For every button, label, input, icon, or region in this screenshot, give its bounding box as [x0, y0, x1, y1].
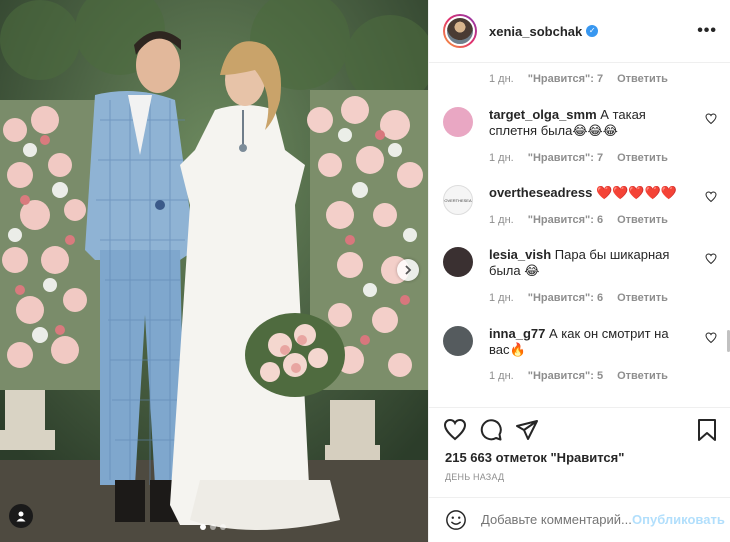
- comment-avatar[interactable]: [443, 326, 473, 356]
- next-slide-button[interactable]: [397, 259, 419, 281]
- publish-button[interactable]: Опубликовать: [632, 512, 725, 527]
- comment-text: ❤️❤️❤️❤️❤️: [595, 185, 677, 200]
- reply-button[interactable]: Ответить: [617, 292, 668, 304]
- chevron-right-icon: [405, 265, 412, 275]
- comment-meta: 1 дн. "Нравится": 5 Ответить: [489, 370, 668, 382]
- share-send-icon[interactable]: [515, 418, 539, 442]
- post-date[interactable]: ДЕНЬ НАЗАД: [445, 472, 504, 482]
- comment-bubble-icon[interactable]: [479, 418, 503, 442]
- comment-avatar[interactable]: OVERTHESEA: [443, 185, 473, 215]
- reply-button[interactable]: Ответить: [617, 73, 668, 85]
- like-comment-heart-icon[interactable]: [705, 113, 717, 125]
- emoji-icon[interactable]: [445, 509, 467, 531]
- comment-avatar[interactable]: [443, 247, 473, 277]
- post-photo[interactable]: [0, 0, 428, 542]
- wedding-photo-image: [0, 0, 428, 542]
- reply-button[interactable]: Ответить: [617, 152, 668, 164]
- comment-username[interactable]: overtheseadress: [489, 185, 592, 200]
- comment-meta: 1 дн. "Нравится": 6 Ответить: [489, 292, 668, 304]
- carousel-dot-active: [200, 524, 206, 530]
- comment-likes[interactable]: "Нравится": 7: [528, 73, 603, 85]
- post-username[interactable]: xenia_sobchak: [489, 24, 582, 39]
- like-comment-heart-icon[interactable]: [705, 191, 717, 203]
- avatar[interactable]: [443, 14, 477, 48]
- like-heart-icon[interactable]: [443, 418, 467, 442]
- comment-username[interactable]: inna_g77: [489, 326, 545, 341]
- comment-meta: 1 дн. "Нравится": 6 Ответить: [489, 214, 668, 226]
- add-comment-bar: Опубликовать: [429, 497, 730, 542]
- reply-button[interactable]: Ответить: [617, 370, 668, 382]
- more-options-button[interactable]: •••: [697, 22, 717, 40]
- comments-list: 1 дн. "Нравится": 7 Ответить target_olga…: [429, 63, 730, 407]
- comment-username[interactable]: lesia_vish: [489, 247, 551, 262]
- carousel-dot: [220, 524, 226, 530]
- comment-meta: 1 дн. "Нравится": 7 Ответить: [489, 152, 668, 164]
- likes-count[interactable]: 215 663 отметок "Нравится": [445, 450, 624, 465]
- post-side-panel: xenia_sobchak ✓ ••• 1 дн. "Нравится": 7 …: [428, 0, 730, 542]
- post-actions: 215 663 отметок "Нравится" ДЕНЬ НАЗАД: [429, 407, 730, 497]
- carousel-dot: [210, 524, 216, 530]
- comment-username[interactable]: target_olga_smm: [489, 107, 597, 122]
- comment-meta: 1 дн. "Нравится": 7 Ответить: [489, 73, 668, 85]
- like-comment-heart-icon[interactable]: [705, 253, 717, 265]
- comment-avatar[interactable]: [443, 107, 473, 137]
- post-header: xenia_sobchak ✓ •••: [429, 0, 730, 63]
- bookmark-save-icon[interactable]: [696, 418, 718, 442]
- verified-badge-icon: ✓: [586, 25, 599, 37]
- like-comment-heart-icon[interactable]: [705, 332, 717, 344]
- comment-time: 1 дн.: [489, 73, 514, 85]
- carousel-indicator: [200, 524, 226, 530]
- user-tag-icon[interactable]: [9, 504, 33, 528]
- reply-button[interactable]: Ответить: [617, 214, 668, 226]
- add-comment-input[interactable]: [481, 512, 631, 527]
